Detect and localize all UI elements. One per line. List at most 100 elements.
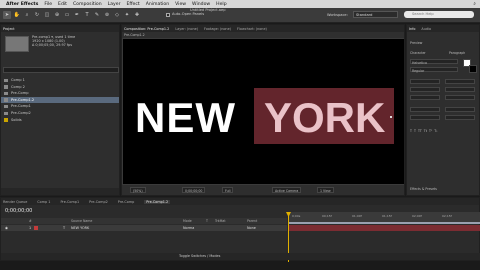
project-search-input[interactable] (3, 67, 119, 73)
list-item[interactable]: Pre-Comp1 (1, 103, 119, 110)
toggle-switches-modes-button[interactable]: Toggle Switches / Modes (179, 254, 220, 258)
list-item[interactable]: Comp 2 (1, 84, 119, 91)
tsume-field[interactable] (445, 115, 475, 120)
timeline-footer: Toggle Switches / Modes (1, 253, 480, 260)
pan-behind-tool-icon[interactable]: ⊕ (53, 11, 61, 19)
font-value: Helvetica (412, 61, 427, 65)
tab-render-queue[interactable]: Render Queue (3, 200, 27, 204)
tab-info[interactable]: Info (409, 27, 415, 31)
timecode-display[interactable]: 0;00;00;00 (182, 187, 206, 193)
col-number: # (29, 219, 32, 223)
hand-tool-icon[interactable]: ✋ (13, 11, 21, 19)
vertical-scale-field[interactable] (410, 107, 440, 112)
view-layout-select[interactable]: 1 View (317, 187, 334, 193)
item-label: Pre-Comp1 (11, 104, 31, 109)
auto-open-checkbox[interactable] (166, 13, 170, 17)
resolution-select[interactable]: Full (222, 187, 234, 193)
puppet-tool-icon[interactable]: ✚ (133, 11, 141, 19)
comp-icon (4, 85, 8, 89)
workspace-label: Workspace: (327, 13, 348, 17)
tab-pre-comp2[interactable]: Pre-Comp2 (89, 200, 108, 204)
list-item[interactable]: Comp 1 (1, 77, 119, 84)
list-item[interactable]: Pre-Comp2 (1, 110, 119, 117)
tab-composition[interactable]: Composition: Pre-Comp1.2 (124, 27, 169, 31)
tab-pre-comp1[interactable]: Pre-Comp1 (60, 200, 79, 204)
search-help-input[interactable]: Search Help (404, 11, 474, 18)
selection-tool-icon[interactable]: ➤ (3, 11, 11, 19)
item-label: Pre-Comp2 (11, 110, 31, 115)
eraser-tool-icon[interactable]: ◇ (113, 11, 121, 19)
text-new[interactable]: NEW (135, 94, 236, 142)
menu-bar: After Effects File Edit Composition Laye… (0, 0, 480, 8)
tab-pre-comp[interactable]: Pre-Comp (118, 200, 135, 204)
layer-name[interactable]: NEW YORK (71, 225, 89, 231)
stroke-width-field[interactable] (410, 95, 440, 100)
col-trkmat: TrkMat (215, 219, 226, 223)
baseline-shift-field[interactable] (410, 115, 440, 120)
character-tab[interactable]: Character (410, 51, 426, 55)
paragraph-tab[interactable]: Paragraph (449, 51, 465, 55)
tab-project[interactable]: Project (3, 27, 15, 31)
menu-effect[interactable]: Effect (126, 2, 139, 7)
menu-help[interactable]: Help (216, 2, 226, 7)
layer-mode-select[interactable]: Norma (183, 225, 194, 231)
brush-tool-icon[interactable]: ✎ (93, 11, 101, 19)
kerning-field[interactable] (410, 87, 440, 92)
menu-animation[interactable]: Animation (146, 2, 169, 7)
tab-flowchart[interactable]: Flowchart: (none) (237, 27, 267, 31)
layer-duration-bar[interactable] (289, 225, 480, 231)
camera-select[interactable]: Active Camera (272, 187, 302, 193)
pen-tool-icon[interactable]: ✒ (73, 11, 81, 19)
menu-layer[interactable]: Layer (108, 2, 121, 7)
text-york[interactable]: YORK (264, 94, 385, 142)
app-name-menu[interactable]: After Effects (6, 2, 38, 7)
rotate-tool-icon[interactable]: ↻ (33, 11, 41, 19)
preview-tab[interactable]: Preview (410, 41, 422, 45)
camera-tool-icon[interactable]: ◫ (43, 11, 51, 19)
list-item[interactable]: Pre-Comp1.2 (1, 96, 119, 104)
menu-window[interactable]: Window (192, 2, 210, 7)
stroke-color-swatch[interactable] (469, 65, 477, 73)
list-item[interactable]: Pre-Comp (1, 90, 119, 97)
layer-parent-select[interactable]: None (247, 225, 256, 231)
type-tool-icon[interactable]: T (83, 11, 91, 19)
tab-footage[interactable]: Footage: (none) (204, 27, 231, 31)
tab-layer[interactable]: Layer: (none) (175, 27, 198, 31)
roto-brush-tool-icon[interactable]: ✦ (123, 11, 131, 19)
timeline-timecode[interactable]: 0;00;00;00 (5, 208, 32, 214)
project-panel: Project Pre-comp1 ▾, used 1 time 1920 x … (0, 24, 120, 196)
anchor-point-icon[interactable] (390, 116, 392, 118)
comp-navigator[interactable]: Pre-Comp1.2 (122, 32, 404, 38)
text-style-buttons[interactable]: T T TT Tt T¹ T₁ (410, 129, 438, 133)
font-size-field[interactable] (410, 79, 440, 84)
zoom-select[interactable]: (50%) (130, 187, 146, 193)
work-area-bar[interactable] (289, 222, 480, 224)
tab-pre-comp1-2[interactable]: Pre-Comp1.2 (144, 199, 171, 204)
leading-field[interactable] (445, 79, 475, 84)
zoom-tool-icon[interactable]: ⌕ (23, 11, 31, 19)
menu-edit[interactable]: Edit (58, 2, 67, 7)
menu-view[interactable]: View (175, 2, 186, 7)
comp-canvas[interactable]: NEW YORK (123, 39, 404, 184)
horizontal-scale-field[interactable] (445, 107, 475, 112)
menu-file[interactable]: File (44, 2, 52, 7)
clone-tool-icon[interactable]: ⊚ (103, 11, 111, 19)
tracking-field[interactable] (445, 87, 475, 92)
layer-color-label[interactable] (34, 226, 38, 230)
workspace-select[interactable]: Standard (353, 11, 398, 18)
right-panels: Info Audio Preview Character Paragraph H… (406, 24, 480, 196)
tab-audio[interactable]: Audio (421, 27, 431, 31)
list-item[interactable]: Solids (1, 117, 119, 124)
spotlight-icon[interactable]: ⌕ (473, 1, 476, 7)
menu-composition[interactable]: Composition (73, 2, 102, 7)
item-label: Comp 2 (11, 84, 25, 89)
font-style-select[interactable]: Regular (410, 67, 458, 73)
col-t: T (206, 219, 208, 223)
rectangle-tool-icon[interactable]: ▭ (63, 11, 71, 19)
table-row[interactable]: ◉ 1 T NEW YORK Norma None (1, 225, 287, 231)
tab-comp-1[interactable]: Comp 1 (37, 200, 50, 204)
font-select[interactable]: Helvetica (410, 59, 458, 65)
stroke-mode-select[interactable] (445, 95, 475, 100)
visibility-eye-icon[interactable]: ◉ (5, 225, 8, 231)
effects-presets-tab[interactable]: Effects & Presets (410, 187, 437, 191)
